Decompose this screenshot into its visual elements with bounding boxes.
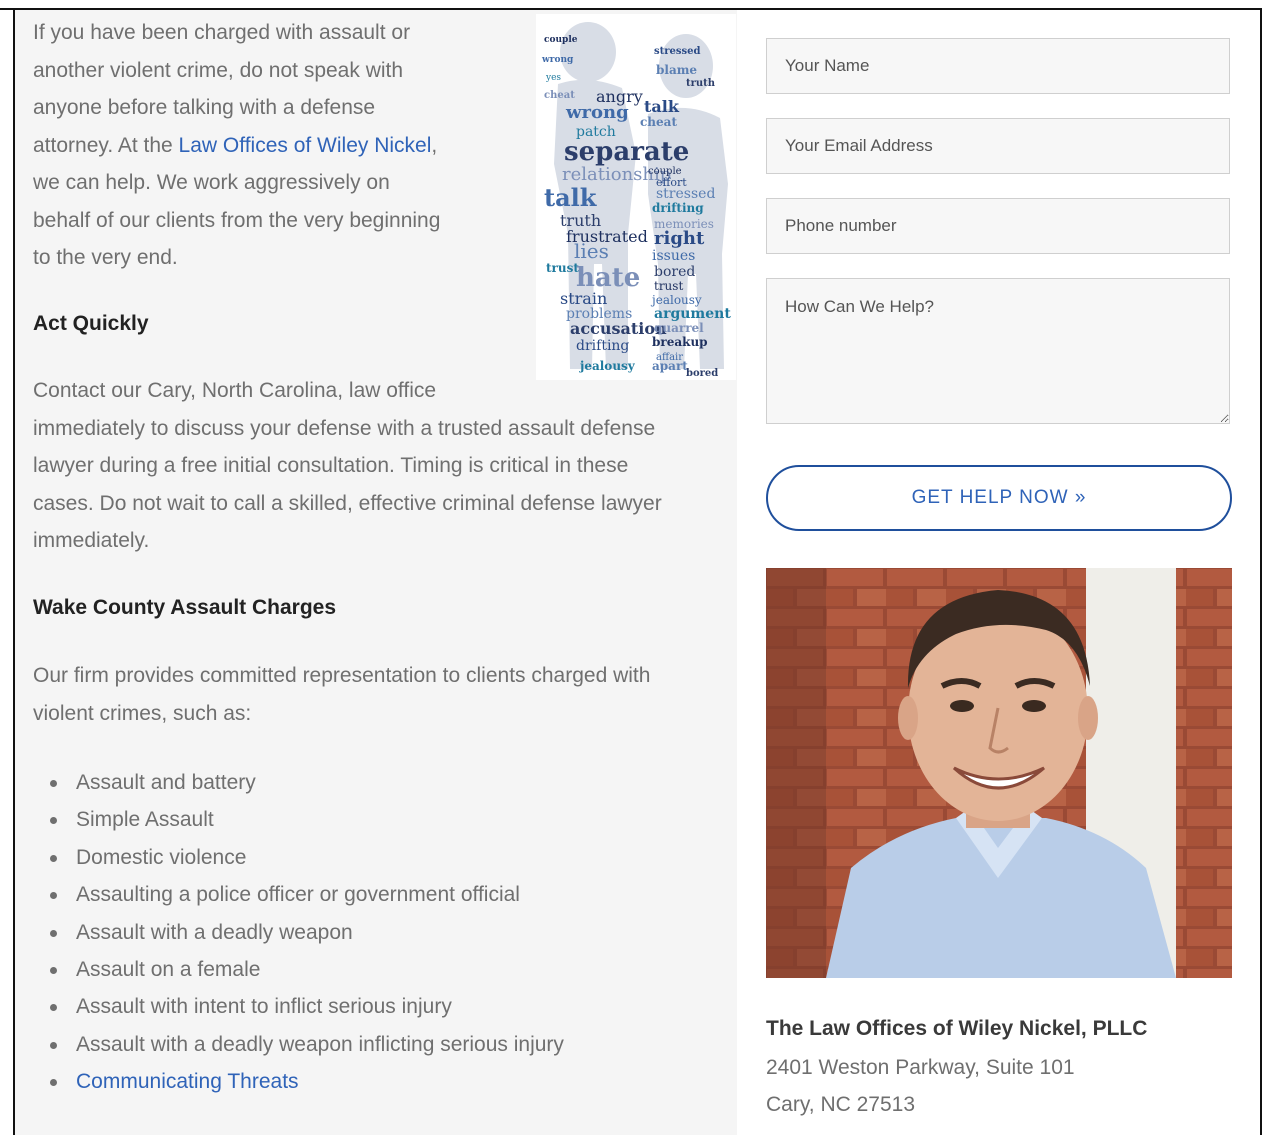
word-cloud-word: drifting <box>576 338 629 354</box>
word-cloud-word: separate <box>564 137 689 167</box>
word-cloud-word: wrong <box>541 55 574 65</box>
article-content: If you have been charged with assault or… <box>15 10 737 1135</box>
list-item: Assault on a female <box>33 951 564 988</box>
word-cloud-graphic: couplestressedwrongblameyes truthcheat ang… <box>541 22 731 379</box>
word-cloud-word: issues <box>652 248 695 264</box>
word-cloud-word: talk <box>544 183 598 212</box>
list-item: Assault with a deadly weapon inflicting … <box>33 1026 564 1063</box>
list-item: Assault with a deadly weapon <box>33 914 564 951</box>
act-line: cases. Do not wait to call a skilled, ef… <box>33 491 662 515</box>
word-cloud-word: bored <box>686 368 718 379</box>
list-item: Communicating Threats <box>33 1063 564 1100</box>
word-cloud-word: blame <box>656 63 697 77</box>
law-offices-link[interactable]: Law Offices of Wiley Nickel <box>179 134 432 157</box>
intro-line-text: attorney. At the <box>33 133 179 157</box>
wake-line: violent crimes, such as: <box>33 701 252 725</box>
intro-line: attorney. At the Law Offices of Wiley Ni… <box>33 127 440 165</box>
intro-line: another violent crime, do not speak with <box>33 58 404 82</box>
word-cloud-word: yes <box>545 73 561 83</box>
communicating-threats-link[interactable]: Communicating Threats <box>76 1070 299 1093</box>
act-line: immediately. <box>33 529 150 552</box>
intro-link-suffix: , <box>431 133 438 157</box>
list-item: Assault with intent to inflict serious i… <box>33 988 564 1025</box>
intro-line: behalf of our clients from the very begi… <box>33 208 441 232</box>
word-cloud-word: couple <box>544 35 578 45</box>
word-cloud-word: stressed <box>654 46 701 57</box>
act-line: immediately to discuss your defense with… <box>33 416 656 440</box>
word-cloud-word: jealousy <box>579 359 636 373</box>
word-cloud-word: apart <box>652 359 688 373</box>
word-cloud-word: talk <box>644 97 680 116</box>
word-cloud-word: breakup <box>652 335 708 349</box>
intro-line: If you have been charged with assault or <box>33 21 411 44</box>
word-cloud-word: truth <box>686 78 716 89</box>
word-cloud-word: drifting <box>652 201 704 215</box>
wake-county-paragraph: Our firm provides committed representati… <box>33 657 650 732</box>
contact-sidebar: GET HELP NOW » <box>737 10 1260 1135</box>
address-line-2: Cary, NC 27513 <box>766 1093 916 1116</box>
firm-name: The Law Offices of Wiley Nickel, PLLC <box>766 1017 1148 1040</box>
act-quickly-paragraph: Contact our Cary, North Carolina, law of… <box>33 372 662 560</box>
act-line: Contact our Cary, North Carolina, law of… <box>33 379 437 402</box>
act-quickly-heading: Act Quickly <box>33 312 149 335</box>
word-cloud-word: bored <box>654 264 695 280</box>
help-textarea[interactable] <box>766 278 1230 424</box>
word-cloud-word: cheat <box>544 90 575 101</box>
name-input[interactable] <box>766 38 1230 94</box>
email-input[interactable] <box>766 118 1230 174</box>
word-cloud-word: quarrel <box>654 321 704 335</box>
list-item: Domestic violence <box>33 839 564 876</box>
get-help-now-button[interactable]: GET HELP NOW » <box>766 465 1232 531</box>
word-cloud-word: wrong <box>565 102 629 123</box>
list-item: Assault and battery <box>33 764 564 801</box>
intro-line: anyone before talking with a defense <box>33 96 376 119</box>
list-item: Simple Assault <box>33 801 564 838</box>
word-cloud-image: couple stressed wrong blame yes truth cheat ang… <box>536 14 736 380</box>
wake-county-heading: Wake County Assault Charges <box>33 596 337 619</box>
attorney-photo <box>766 568 1232 978</box>
attorney-portrait <box>766 568 1232 978</box>
word-cloud-word: cheat <box>640 115 677 129</box>
intro-paragraph: If you have been charged with assault or… <box>33 14 440 277</box>
charges-list: Assault and battery Simple Assault Domes… <box>33 764 564 1101</box>
word-cloud-word: trust <box>654 279 683 293</box>
wake-line: Our firm provides committed representati… <box>33 664 651 687</box>
list-item: Assaulting a police officer or governmen… <box>33 876 564 913</box>
word-cloud-word: trust <box>546 261 579 275</box>
phone-input[interactable] <box>766 198 1230 254</box>
intro-line: to the very end. <box>33 246 178 269</box>
word-cloud-word: right <box>654 228 705 249</box>
act-line: lawyer during a free initial consultatio… <box>33 454 629 477</box>
intro-line: we can help. We work aggressively on <box>33 171 390 194</box>
word-cloud-word: jealousy <box>650 293 702 307</box>
address-line-1: 2401 Weston Parkway, Suite 101 <box>766 1056 1075 1079</box>
word-cloud-word: stressed <box>656 186 715 202</box>
word-cloud-word: lies <box>574 239 609 263</box>
